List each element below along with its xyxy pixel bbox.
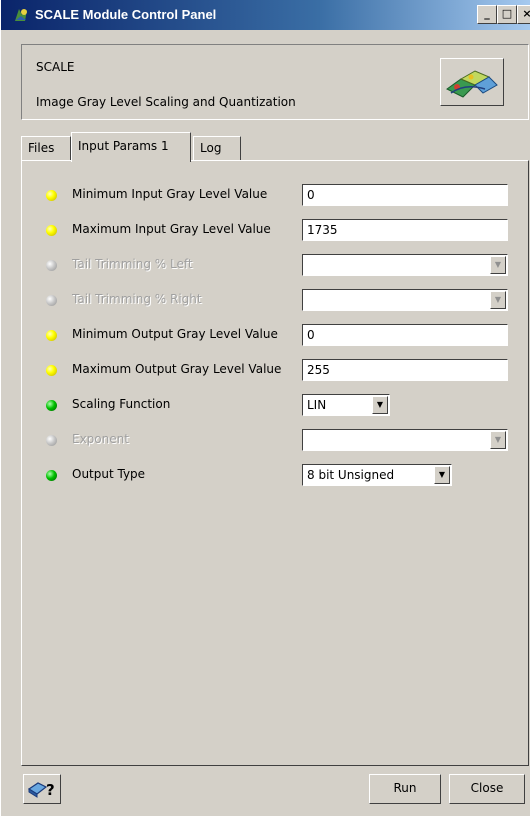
tab-log[interactable]: Log (193, 136, 241, 160)
status-indicator-icon (46, 400, 57, 411)
combo-value: 8 bit Unsigned (307, 468, 395, 482)
help-question-icon: ? (27, 781, 55, 799)
status-indicator-icon (46, 260, 57, 271)
param-row-output-type: Output Type 8 bit Unsigned ▼ (22, 463, 528, 487)
status-indicator-icon (46, 225, 57, 236)
max-output-gray-field[interactable]: 255 (302, 359, 508, 381)
param-label: Maximum Output Gray Level Value (72, 362, 282, 376)
chevron-down-icon[interactable]: ▼ (490, 291, 506, 309)
param-label: Scaling Function (72, 397, 171, 411)
min-input-gray-field[interactable]: 0 (302, 184, 508, 206)
exponent-combo[interactable]: ▼ (302, 429, 508, 451)
param-row-max-input: Maximum Input Gray Level Value 1735 (22, 218, 528, 242)
param-label: Output Type (72, 467, 146, 481)
window-title: SCALE Module Control Panel (35, 7, 217, 22)
chevron-down-icon[interactable]: ▼ (434, 466, 450, 484)
param-row-min-output: Minimum Output Gray Level Value 0 (22, 323, 528, 347)
status-indicator-icon (46, 365, 57, 376)
status-indicator-icon (46, 190, 57, 201)
close-button[interactable]: Close (449, 774, 525, 804)
maximize-button[interactable]: □ (497, 5, 517, 24)
run-button[interactable]: Run (369, 774, 441, 804)
param-label: Tail Trimming % Right (72, 292, 202, 306)
max-input-gray-field[interactable]: 1735 (302, 219, 508, 241)
title-bar[interactable]: SCALE Module Control Panel _ □ × (1, 0, 530, 30)
minimize-button[interactable]: _ (477, 5, 497, 24)
param-row-tail-right: Tail Trimming % Right ▼ (22, 288, 528, 312)
tail-trimming-left-combo[interactable]: ▼ (302, 254, 508, 276)
min-output-gray-field[interactable]: 0 (302, 324, 508, 346)
app-icon (15, 9, 27, 21)
combo-value: LIN (307, 398, 327, 412)
tail-trimming-right-combo[interactable]: ▼ (302, 289, 508, 311)
param-label: Tail Trimming % Left (72, 257, 193, 271)
param-label: Maximum Input Gray Level Value (72, 222, 271, 236)
input-params-panel: Minimum Input Gray Level Value 0 Maximum… (21, 160, 529, 766)
param-label: Minimum Input Gray Level Value (72, 187, 268, 201)
tab-input-params-1[interactable]: Input Params 1 (71, 132, 191, 162)
help-button[interactable]: ? (23, 774, 61, 804)
close-window-button[interactable]: × (517, 5, 530, 24)
chevron-down-icon[interactable]: ▼ (372, 396, 388, 414)
module-logo-button[interactable] (440, 58, 504, 106)
param-row-tail-left: Tail Trimming % Left ▼ (22, 253, 528, 277)
tab-files[interactable]: Files (21, 136, 71, 160)
status-indicator-icon (46, 435, 57, 446)
param-row-min-input: Minimum Input Gray Level Value 0 (22, 183, 528, 207)
module-description: Image Gray Level Scaling and Quantizatio… (36, 95, 296, 109)
status-indicator-icon (46, 330, 57, 341)
chevron-down-icon[interactable]: ▼ (490, 256, 506, 274)
module-header: SCALE Image Gray Level Scaling and Quant… (21, 44, 529, 120)
status-indicator-icon (46, 470, 57, 481)
satellite-map-icon (446, 70, 498, 98)
scaling-function-select[interactable]: LIN ▼ (302, 394, 390, 416)
param-label: Minimum Output Gray Level Value (72, 327, 278, 341)
param-row-scaling-function: Scaling Function LIN ▼ (22, 393, 528, 417)
module-control-panel-window: SCALE Module Control Panel _ □ × SCALE I… (0, 0, 530, 816)
svg-text:?: ? (46, 781, 55, 799)
param-row-exponent: Exponent ▼ (22, 428, 528, 452)
module-name: SCALE (36, 60, 75, 74)
output-type-select[interactable]: 8 bit Unsigned ▼ (302, 464, 452, 486)
chevron-down-icon[interactable]: ▼ (490, 431, 506, 449)
status-indicator-icon (46, 295, 57, 306)
tab-bar: Files Input Params 1 Log (21, 130, 521, 162)
param-row-max-output: Maximum Output Gray Level Value 255 (22, 358, 528, 382)
param-label: Exponent (72, 432, 129, 446)
